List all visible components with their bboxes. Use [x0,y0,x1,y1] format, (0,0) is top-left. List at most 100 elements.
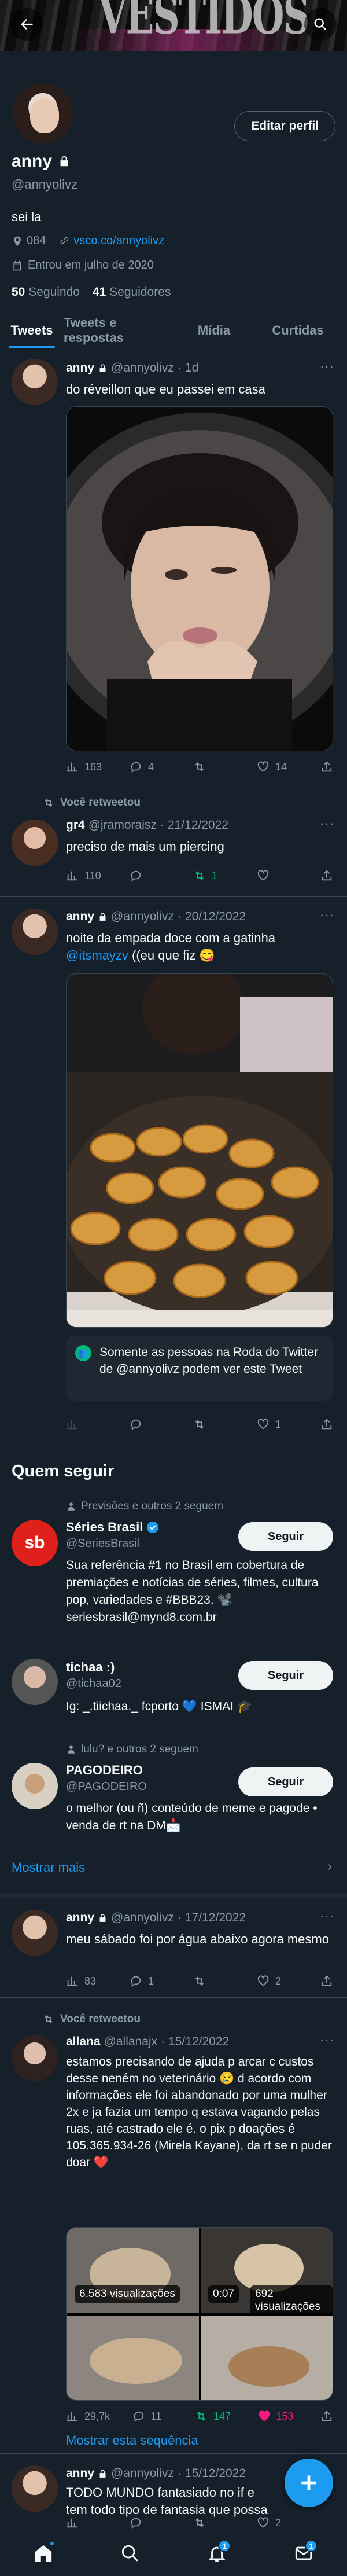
views-button[interactable]: 110 [66,867,106,884]
analytics-icon [67,2518,78,2528]
reply-button[interactable]: 11 [132,2408,173,2425]
more-icon[interactable]: ··· [320,1909,334,1924]
suggestion-name[interactable]: PAGODEIRO [66,1763,143,1778]
share-button[interactable] [320,2408,338,2425]
profile-website[interactable]: vsco.co/annyolivz [58,234,164,248]
circle-notice[interactable]: 👥 Somente as pessoas na Roda do Twitter … [66,1336,333,1401]
avatar[interactable] [12,909,58,955]
like-button[interactable]: 2 [257,2514,297,2531]
show-thread-link[interactable]: Mostrar esta sequência [66,2433,198,2448]
follow-button[interactable]: Seguir [238,1661,333,1690]
suggestion-item[interactable]: tichaa :) @tichaa02 Seguir Ig: _.tiichaa… [0,1658,347,1721]
tweet-time[interactable]: 15/12/2022 [185,2467,246,2481]
reply-button[interactable] [130,867,170,884]
profile-tabs: Tweets Tweets e respostas Mídia Curtidas [0,313,347,348]
avatar[interactable] [12,359,58,405]
chevron-right-icon[interactable]: › [328,1859,332,1874]
follow-button[interactable]: Seguir [238,1522,333,1551]
tweet-author-name[interactable]: anny [66,910,94,924]
tweet-time[interactable]: 20/12/2022 [185,910,246,924]
tweet[interactable]: anny @annyolivz · 17/12/2022 ··· meu sáb… [0,1898,347,1998]
retweet-button[interactable] [193,2514,234,2531]
retweet-button[interactable] [193,758,234,776]
views-button[interactable]: 83 [66,1972,106,1990]
views-button[interactable]: 29,7k [66,2408,110,2425]
edit-profile-button[interactable]: Editar perfil [234,111,335,141]
tweet-author-name[interactable]: allana [66,2035,101,2049]
follow-button[interactable]: Seguir [238,1767,333,1796]
reply-button[interactable]: 4 [130,758,170,776]
like-button[interactable]: 2 [257,1972,297,1990]
avatar[interactable] [12,820,58,866]
share-button[interactable] [320,2514,338,2531]
views-button[interactable] [66,2514,106,2531]
more-icon[interactable]: ··· [320,907,334,923]
avatar[interactable] [12,2035,58,2081]
show-more-link[interactable]: Mostrar mais [12,1860,85,1875]
tab-likes[interactable]: Curtidas [249,313,347,348]
suggestion-item[interactable]: Previsões e outros 2 seguem sb Séries Br… [0,1499,347,1624]
like-button[interactable]: 153 [258,2408,298,2425]
video-views-badge: 692 visualizações [250,2285,333,2316]
tab-tweets[interactable]: Tweets [0,313,64,348]
avatar[interactable] [12,1910,58,1956]
reply-button[interactable]: 1 [130,1972,170,1990]
reply-button[interactable] [130,2514,170,2531]
tab-media[interactable]: Mídia [179,313,249,348]
tweet-time[interactable]: 17/12/2022 [185,1911,246,1925]
mention-link[interactable]: @itsmayzv [66,948,128,962]
more-icon[interactable]: ··· [320,816,334,831]
share-button[interactable] [320,867,338,884]
share-button[interactable] [320,1416,338,1433]
tab-tweets-and-replies[interactable]: Tweets e respostas [64,313,179,348]
tweet-author-name[interactable]: anny [66,1911,94,1925]
like-button[interactable]: 14 [257,758,297,776]
tweet-time[interactable]: 15/12/2022 [168,2035,229,2049]
back-button[interactable] [10,8,43,41]
retweet-button[interactable] [193,1416,234,1433]
like-button[interactable]: 1 [257,1416,297,1433]
tweet-time[interactable]: 21/12/2022 [168,818,228,832]
views-button[interactable]: 163 [66,758,106,776]
tweet-media-grid[interactable]: 6.583 visualizações 0:07 692 visualizaçõ… [66,2227,333,2401]
nav-search[interactable] [113,2536,147,2571]
tweet-author-name[interactable]: gr4 [66,818,85,832]
tweet-image[interactable] [66,406,333,751]
nav-home[interactable] [26,2536,61,2571]
reply-button[interactable] [130,1416,170,1433]
more-icon[interactable]: ··· [320,2033,334,2048]
avatar[interactable] [12,2465,58,2512]
following-link[interactable]: 50 Seguindo [12,285,80,299]
tweet[interactable]: Você retweetou allana @allanajx · 15/12/… [0,1998,347,2454]
retweet-button[interactable]: 147 [195,2408,235,2425]
tweet-image[interactable] [66,973,333,1328]
tweet[interactable]: Você retweetou gr4 @jramoraisz · 21/12/2… [0,782,347,897]
avatar[interactable] [12,1659,58,1705]
suggestion-name[interactable]: tichaa :) [66,1660,115,1675]
retweet-button[interactable] [193,1972,234,1990]
more-icon[interactable]: ··· [320,359,334,374]
profile-website-link[interactable]: vsco.co/annyolivz [73,234,164,248]
like-button[interactable] [257,867,297,884]
retweet-icon [195,1420,204,1429]
share-button[interactable] [320,758,338,776]
nav-messages[interactable]: 1 [286,2536,321,2571]
suggestion-name[interactable]: Séries Brasil [66,1520,143,1535]
share-button[interactable] [320,1972,338,1990]
profile-avatar[interactable] [10,81,75,146]
avatar[interactable] [12,1763,58,1809]
tweet-time[interactable]: 1d [185,361,198,375]
avatar[interactable]: sb [12,1520,58,1566]
tweet[interactable]: anny @annyolivz · 20/12/2022 ··· noite d… [0,897,347,1443]
followers-link[interactable]: 41 Seguidores [93,285,171,299]
tweet-author-name[interactable]: anny [66,361,94,375]
tweet-author-name[interactable]: anny [66,2467,94,2481]
suggestion-context: lulu? e outros 2 seguem [66,1743,198,1756]
suggestion-item[interactable]: lulu? e outros 2 seguem PAGODEIRO @PAGOD… [0,1742,347,1840]
retweet-button[interactable]: 1 [193,867,234,884]
tweet[interactable]: anny @annyolivz · 1d ··· do réveillon qu… [0,348,347,782]
nav-notifications[interactable]: 1 [200,2536,234,2571]
share-icon [322,1419,332,1430]
search-button[interactable] [304,8,337,41]
compose-tweet-button[interactable] [285,2459,333,2507]
